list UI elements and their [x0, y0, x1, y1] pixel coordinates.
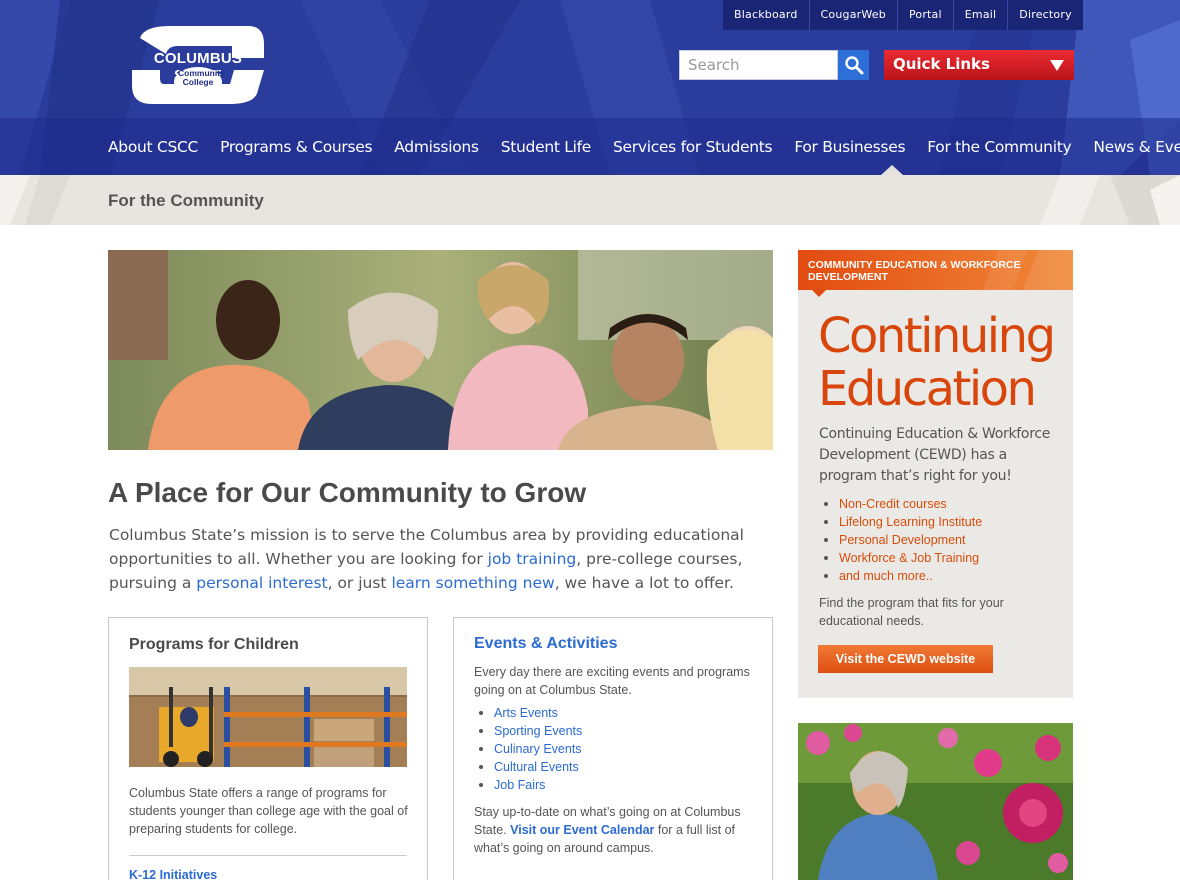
culinary-events-link[interactable]: Culinary Events — [494, 742, 582, 756]
section-title: For the Community — [108, 191, 264, 210]
nav-businesses[interactable]: For Businesses — [794, 138, 905, 156]
bullet-icon — [479, 783, 483, 787]
hero-photo — [108, 250, 773, 450]
hero-photo-illustration — [108, 250, 773, 450]
list-item[interactable]: Personal Development — [821, 531, 982, 549]
site-header: COLUMBUS STATE Community College Blackbo… — [0, 0, 1180, 175]
much-more-link[interactable]: and much more.. — [839, 569, 933, 583]
events-intro: Every day there are exciting events and … — [474, 665, 750, 697]
nav-news-events[interactable]: News & Events — [1093, 138, 1180, 156]
cewd-promo-panel: COMMUNITY EDUCATION & WORKFORCE DEVELOPM… — [798, 250, 1073, 698]
k12-initiatives-link[interactable]: K-12 Initiatives — [129, 868, 217, 880]
utility-nav: Blackboard CougarWeb Portal Email Direct… — [723, 0, 1083, 30]
quick-links-label: Quick Links — [893, 55, 990, 73]
cewd-description: Continuing Education & Workforce Develop… — [819, 426, 1051, 484]
personal-development-link[interactable]: Personal Development — [839, 533, 965, 547]
utility-link-directory[interactable]: Directory — [1007, 0, 1083, 30]
gardening-photo — [798, 723, 1073, 880]
active-nav-caret — [881, 165, 903, 175]
lifelong-learning-link[interactable]: Lifelong Learning Institute — [839, 515, 982, 529]
children-program-photo — [129, 667, 407, 767]
event-calendar-link[interactable]: Visit our Event Calendar — [510, 823, 654, 837]
cewd-banner-text: COMMUNITY EDUCATION & WORKFORCE DEVELOPM… — [808, 259, 1021, 283]
banner-pointer — [812, 290, 826, 297]
utility-link-email[interactable]: Email — [952, 0, 1008, 30]
learn-something-new-link[interactable]: learn something new — [391, 574, 554, 592]
job-training-link[interactable]: job training — [488, 550, 577, 568]
list-item[interactable]: Non-Credit courses — [821, 495, 982, 513]
list-item[interactable]: Culinary Events — [476, 740, 582, 758]
utility-link-cougarweb[interactable]: CougarWeb — [808, 0, 897, 30]
search-field — [679, 50, 838, 80]
list-item[interactable]: and much more.. — [821, 567, 982, 585]
non-credit-link[interactable]: Non-Credit courses — [839, 497, 947, 511]
intro-text-3: , or just — [327, 574, 392, 592]
list-item[interactable]: Job Fairs — [476, 776, 582, 794]
utility-link-portal[interactable]: Portal — [896, 0, 953, 30]
search-input[interactable] — [680, 51, 837, 79]
nav-community[interactable]: For the Community — [927, 138, 1071, 156]
list-item[interactable]: Lifelong Learning Institute — [821, 513, 982, 531]
visit-cewd-button[interactable]: Visit the CEWD website — [818, 645, 993, 673]
cewd-find-text: Find the program that fits for your educ… — [819, 596, 1004, 628]
events-activities-card: Events & Activities Every day there are … — [453, 617, 773, 880]
list-item[interactable]: Arts Events — [476, 704, 582, 722]
main-nav: About CSCC Programs & Courses Admissions… — [108, 118, 1180, 175]
heading-line-2: Education — [818, 361, 1037, 417]
bullet-icon — [479, 729, 483, 733]
card-title: Programs for Children — [129, 636, 299, 653]
nav-admissions[interactable]: Admissions — [394, 138, 479, 156]
workforce-training-link[interactable]: Workforce & Job Training — [839, 551, 979, 565]
arts-events-link[interactable]: Arts Events — [494, 706, 558, 720]
cewd-banner: COMMUNITY EDUCATION & WORKFORCE DEVELOPM… — [798, 250, 1073, 290]
bullet-icon — [479, 711, 483, 715]
events-list: Arts Events Sporting Events Culinary Eve… — [476, 704, 582, 794]
logo-subtitle: Community College — [178, 68, 225, 87]
programs-for-children-card: Programs for Children Columbus State off… — [108, 617, 428, 880]
nav-programs[interactable]: Programs & Courses — [220, 138, 373, 156]
continuing-education-heading: Continuing Education — [818, 308, 1056, 417]
warehouse-illustration — [129, 667, 407, 767]
college-logo[interactable]: COLUMBUS STATE Community College — [130, 24, 266, 106]
list-item[interactable]: Cultural Events — [476, 758, 582, 776]
bullet-icon — [824, 556, 828, 560]
bullet-icon — [824, 538, 828, 542]
personal-interest-link[interactable]: personal interest — [196, 574, 327, 592]
search-icon — [844, 56, 863, 75]
cewd-program-list: Non-Credit courses Lifelong Learning Ins… — [821, 495, 982, 585]
nav-student-life[interactable]: Student Life — [501, 138, 592, 156]
intro-text-4: , we have a lot to offer. — [554, 574, 734, 592]
nav-about[interactable]: About CSCC — [108, 138, 198, 156]
list-item[interactable]: Workforce & Job Training — [821, 549, 982, 567]
search-button[interactable] — [838, 50, 869, 80]
list-item[interactable]: Sporting Events — [476, 722, 582, 740]
bullet-icon — [824, 574, 828, 578]
page-heading: A Place for Our Community to Grow — [108, 477, 587, 508]
events-outro: Stay up-to-date on what’s going on at Co… — [474, 803, 756, 857]
heading-line-1: Continuing — [818, 308, 1056, 364]
intro-paragraph: Columbus State’s mission is to serve the… — [109, 523, 769, 595]
bullet-icon — [824, 502, 828, 506]
triangle-down-icon — [1050, 60, 1064, 71]
cultural-events-link[interactable]: Cultural Events — [494, 760, 579, 774]
divider — [129, 855, 407, 856]
quick-links-dropdown[interactable]: Quick Links — [884, 50, 1074, 80]
utility-link-blackboard[interactable]: Blackboard — [723, 0, 809, 30]
nav-services[interactable]: Services for Students — [613, 138, 773, 156]
job-fairs-link[interactable]: Job Fairs — [494, 778, 545, 792]
gardening-illustration — [798, 723, 1073, 880]
children-description: Columbus State offers a range of program… — [129, 786, 408, 836]
sporting-events-link[interactable]: Sporting Events — [494, 724, 582, 738]
events-title-link[interactable]: Events & Activities — [474, 635, 617, 653]
bullet-icon — [824, 520, 828, 524]
bullet-icon — [479, 747, 483, 751]
bullet-icon — [479, 765, 483, 769]
section-bar: For the Community — [0, 175, 1180, 225]
